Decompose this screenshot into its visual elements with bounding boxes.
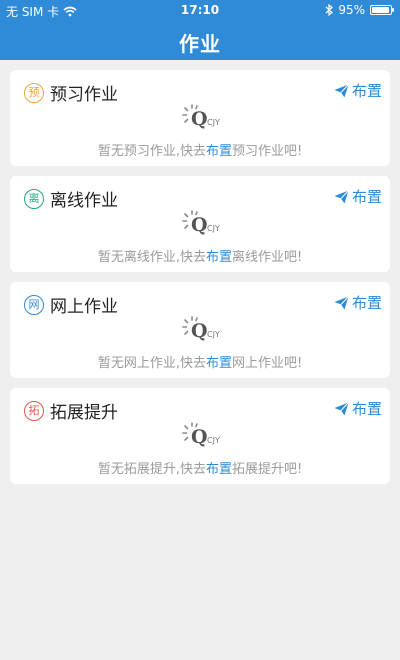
paper-plane-icon — [334, 401, 349, 415]
category-badge-icon: 预 — [24, 82, 44, 103]
empty-prefix: 暂无离线作业,快去 — [97, 250, 206, 265]
assign-link[interactable]: 布置 — [206, 250, 232, 265]
battery-fill — [372, 7, 390, 13]
empty-message: 暂无拓展提升,快去布置拓展提升吧! — [10, 458, 390, 477]
assign-label: 布置 — [351, 82, 382, 100]
page-title: 作业 — [179, 32, 221, 56]
empty-prefix: 暂无拓展提升,快去 — [97, 462, 206, 477]
paper-plane-icon — [334, 295, 349, 309]
empty-suffix: 网上作业吧! — [231, 356, 303, 371]
assign-label: 布置 — [351, 400, 382, 418]
homework-card-3: 拓 拓展提升 布置 Q CJY 暂无拓展提升,快去布置拓展提升吧! — [10, 388, 390, 484]
svg-text:Q: Q — [191, 214, 208, 236]
paper-plane-icon — [334, 189, 349, 203]
empty-suffix: 预习作业吧! — [231, 144, 303, 159]
empty-message: 暂无离线作业,快去布置离线作业吧! — [10, 246, 390, 265]
category-badge-icon: 网 — [24, 294, 44, 315]
qcjy-logo-icon: Q CJY — [182, 210, 220, 236]
empty-message: 暂无网上作业,快去布置网上作业吧! — [10, 352, 390, 371]
qcjy-logo-icon: Q CJY — [182, 104, 220, 130]
assign-button[interactable]: 布置 — [334, 292, 382, 313]
svg-text:Q: Q — [191, 320, 208, 342]
qcjy-logo-icon: Q CJY — [182, 316, 220, 342]
logo-text: CJY — [207, 118, 220, 127]
status-bar: 无 SIM 卡 17:10 95% — [0, 0, 400, 22]
status-right: 95% — [325, 3, 394, 17]
assign-link[interactable]: 布置 — [206, 462, 232, 477]
card-header: 离 离线作业 — [24, 186, 118, 211]
card-header: 拓 拓展提升 — [24, 398, 118, 423]
battery-icon — [370, 5, 394, 15]
card-title: 预习作业 — [50, 85, 118, 105]
assign-label: 布置 — [351, 294, 382, 312]
assign-link[interactable]: 布置 — [206, 144, 232, 159]
empty-prefix: 暂无网上作业,快去 — [97, 356, 206, 371]
empty-suffix: 离线作业吧! — [231, 250, 303, 265]
qcjy-logo-icon: Q CJY — [182, 422, 220, 448]
bluetooth-icon — [325, 4, 334, 16]
logo-text: CJY — [207, 224, 220, 233]
category-badge-icon: 拓 — [24, 400, 44, 421]
empty-suffix: 拓展提升吧! — [231, 462, 303, 477]
card-title: 网上作业 — [50, 297, 118, 317]
logo-text: CJY — [207, 436, 220, 445]
card-title: 拓展提升 — [50, 403, 118, 423]
card-header: 网 网上作业 — [24, 292, 118, 317]
homework-card-2: 网 网上作业 布置 Q CJY 暂无网上作业,快去布置网上作业吧! — [10, 282, 390, 378]
empty-message: 暂无预习作业,快去布置预习作业吧! — [10, 140, 390, 159]
assign-label: 布置 — [351, 188, 382, 206]
top-bar: 无 SIM 卡 17:10 95% 作业 — [0, 0, 400, 60]
assign-button[interactable]: 布置 — [334, 398, 382, 419]
assign-button[interactable]: 布置 — [334, 80, 382, 101]
logo-text: CJY — [207, 330, 220, 339]
homework-card-1: 离 离线作业 布置 Q CJY 暂无离线作业,快去布置离线作业吧! — [10, 176, 390, 272]
svg-text:Q: Q — [191, 426, 208, 448]
assign-button[interactable]: 布置 — [334, 186, 382, 207]
paper-plane-icon — [334, 83, 349, 97]
empty-prefix: 暂无预习作业,快去 — [97, 144, 206, 159]
card-header: 预 预习作业 — [24, 80, 118, 105]
homework-card-0: 预 预习作业 布置 Q CJY 暂无预习作业,快去布置预习作业吧! — [10, 70, 390, 166]
category-badge-icon: 离 — [24, 188, 44, 209]
svg-text:Q: Q — [191, 108, 208, 130]
assign-link[interactable]: 布置 — [206, 356, 232, 371]
battery-percent: 95% — [338, 3, 365, 17]
card-title: 离线作业 — [50, 191, 118, 211]
